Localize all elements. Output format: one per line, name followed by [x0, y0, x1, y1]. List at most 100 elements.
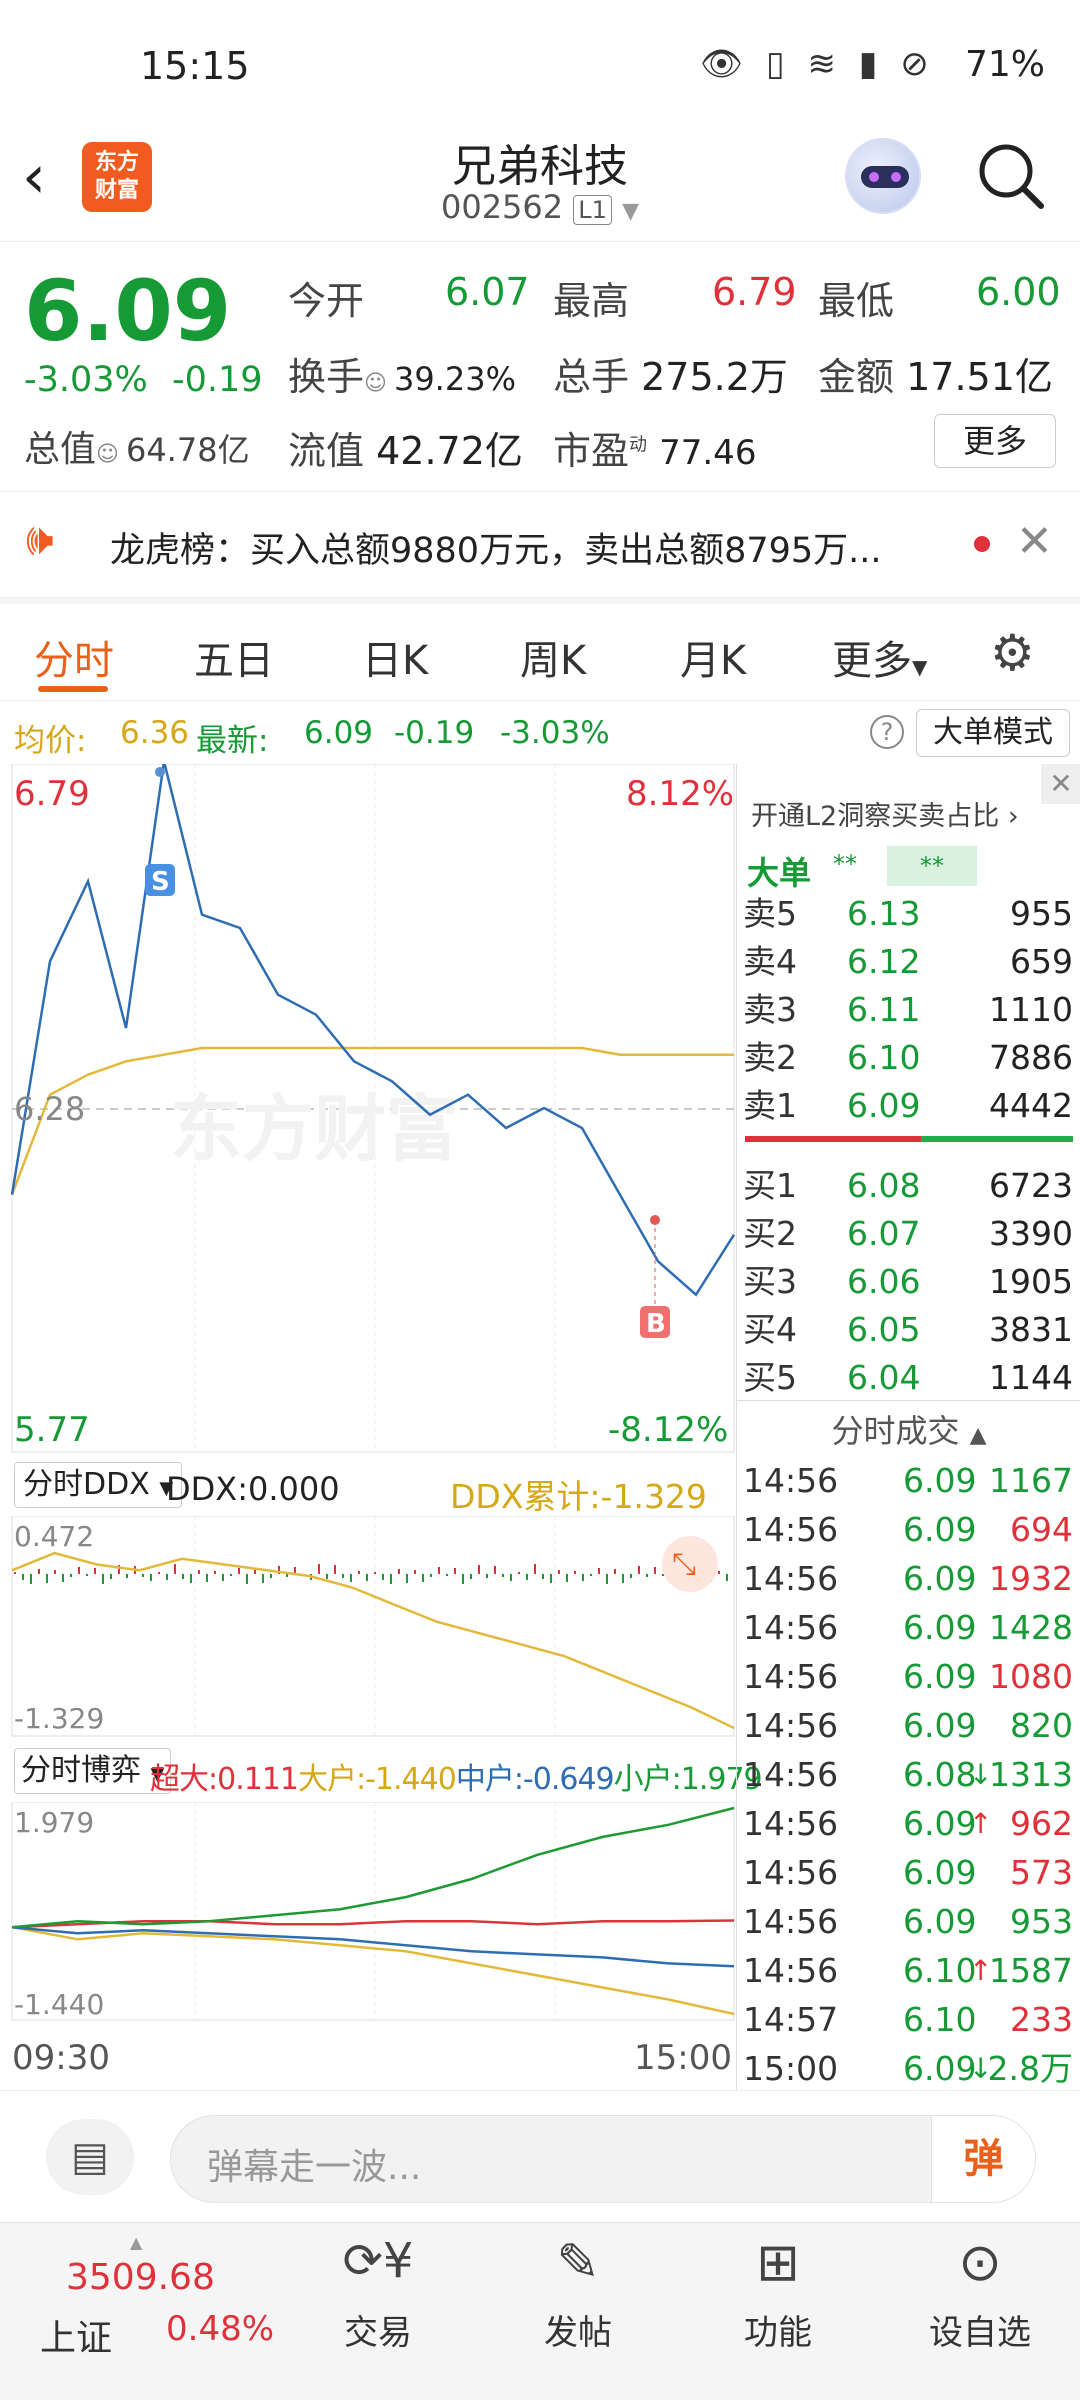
- ddx-bar: [422, 1574, 424, 1582]
- ask-row[interactable]: 卖3 6.11 1110: [737, 986, 1080, 1034]
- ddx-bar: [662, 1574, 664, 1576]
- game-top-label: 1.979: [14, 1806, 95, 1839]
- ask-row[interactable]: 卖1 6.09 4442: [737, 1082, 1080, 1130]
- ddx-bar: [438, 1567, 440, 1574]
- bid-volume: 1905: [989, 1262, 1073, 1301]
- big-order-mode-button[interactable]: 大单模式: [916, 709, 1070, 757]
- danmaku-button[interactable]: 弹: [931, 2116, 1035, 2202]
- ddx-bar: [622, 1574, 624, 1583]
- tick-row: 15:00 6.09 ↓ 2.8万: [743, 2049, 1073, 2088]
- x-start-label: 09:30: [12, 2038, 110, 2078]
- ddx-bar: [462, 1574, 464, 1584]
- tab-more[interactable]: 更多▼: [832, 628, 927, 686]
- amount: 金额 17.51亿: [818, 355, 1053, 399]
- x-end-label: 15:00: [634, 2038, 732, 2078]
- danmaku-settings-icon[interactable]: ▤: [46, 2119, 134, 2195]
- sell-ratio-bar: [745, 1136, 921, 1142]
- ddx-bar: [406, 1574, 408, 1583]
- gear-icon[interactable]: ⚙: [990, 624, 1035, 682]
- ddx-bar: [318, 1564, 320, 1574]
- bid-price: 6.04: [847, 1358, 921, 1397]
- bid-row[interactable]: 买4 6.05 3831: [737, 1306, 1080, 1354]
- ddx-bottom-label: -1.329: [14, 1702, 105, 1735]
- ddx-bar: [510, 1574, 512, 1581]
- game-selector[interactable]: 分时博弈 ▼: [14, 1748, 172, 1794]
- tab-daily-k[interactable]: 日K: [362, 628, 428, 686]
- notice-bar[interactable]: 🕪 龙虎榜：买入总额9880万元，卖出总额8795万... ✕: [0, 492, 1080, 598]
- svg-text:⤡: ⤡: [672, 1547, 696, 1582]
- close-icon[interactable]: ✕: [1016, 516, 1053, 567]
- ddx-bar: [414, 1570, 416, 1574]
- tab-5day[interactable]: 五日: [194, 628, 274, 686]
- bid-row[interactable]: 买5 6.04 1144: [737, 1354, 1080, 1402]
- index-ticker[interactable]: ▲ 3509.68 上证 0.48%: [0, 2223, 300, 2401]
- ask-row[interactable]: 卖4 6.12 659: [737, 938, 1080, 986]
- ask-label: 卖2: [743, 1038, 797, 1077]
- chart-tabs: 分时 五日 日K 周K 月K 更多▼ ⚙: [0, 604, 1080, 700]
- battery-level: 71%: [965, 44, 1046, 85]
- svg-text:B: B: [646, 1309, 666, 1339]
- large-line: [11, 1925, 735, 2016]
- order-book: 开通L2洞察买卖占比 › ✕ 大单 ** ** 卖5 6.13 955 卖4 6.12 6…: [736, 764, 1080, 2090]
- ddx-bar: [526, 1574, 528, 1580]
- close-promo-icon[interactable]: ✕: [1041, 764, 1080, 804]
- ddx-bar: [126, 1574, 128, 1578]
- ask-row[interactable]: 卖5 6.13 955: [737, 890, 1080, 938]
- tab-weekly-k[interactable]: 周K: [520, 628, 586, 686]
- robot-assistant-icon[interactable]: [845, 138, 921, 214]
- turnover[interactable]: 换手☺ 39.23%: [288, 346, 516, 401]
- more-button[interactable]: 更多: [934, 414, 1056, 468]
- ddx-bar: [358, 1571, 360, 1574]
- ddx-bar: [14, 1572, 16, 1574]
- ddx-bar: [62, 1574, 64, 1582]
- bid-label: 买3: [743, 1262, 797, 1301]
- ddx-bar: [630, 1574, 632, 1578]
- y-max-label: 6.79: [14, 774, 90, 814]
- intraday-chart-svg: 东方财富 S B: [10, 764, 736, 1453]
- speaker-icon: 🕪: [26, 514, 54, 565]
- ask-volume: 955: [1010, 894, 1073, 933]
- watermark: 东方财富: [170, 1087, 458, 1171]
- ddx-bar: [494, 1566, 496, 1574]
- ddx-bar: [534, 1564, 536, 1574]
- nav-trade[interactable]: ⟳¥ 交易: [318, 2233, 438, 2354]
- bid-row[interactable]: 买1 6.08 6723: [737, 1162, 1080, 1210]
- bid-price: 6.08: [847, 1166, 921, 1205]
- grid-icon: ⊞: [756, 2233, 800, 2293]
- ddx-bar: [22, 1574, 24, 1580]
- ddx-bar: [94, 1568, 96, 1574]
- ticks-title[interactable]: 分时成交 ▲: [737, 1406, 1080, 1452]
- nav-functions[interactable]: ⊞ 功能: [718, 2233, 838, 2354]
- ddx-panel: 分时DDX ▼ DDX:0.000 DDX累计:-1.329 ⤡ 0.472 -…: [0, 1456, 736, 1738]
- ddx-selector[interactable]: 分时DDX ▼: [14, 1462, 183, 1508]
- ddx-bar: [286, 1574, 288, 1577]
- nav-add-watchlist[interactable]: ⊙ 设自选: [910, 2233, 1050, 2354]
- index-value: 3509.68: [66, 2257, 215, 2298]
- help-icon[interactable]: ?: [870, 715, 904, 749]
- ddx-bar: [102, 1574, 104, 1584]
- bid-row[interactable]: 买3 6.06 1905: [737, 1258, 1080, 1306]
- ask-volume: 7886: [989, 1038, 1073, 1077]
- l2-promo[interactable]: 开通L2洞察买卖占比 ›: [751, 794, 1019, 833]
- ddx-bar: [718, 1571, 720, 1574]
- tab-intraday[interactable]: 分时: [34, 628, 114, 686]
- nav-post[interactable]: ✎ 发帖: [518, 2233, 638, 2354]
- total-cap[interactable]: 总值☺ 64.78亿: [24, 420, 250, 472]
- ddx-bar: [446, 1574, 448, 1576]
- index-name: 上证: [40, 2318, 113, 2359]
- ddx-bar: [166, 1574, 168, 1580]
- intraday-chart[interactable]: 东方财富 S B 6.79 8.12% 6.28 5.77 -8.12%: [0, 764, 736, 1454]
- ddx-bar: [238, 1568, 240, 1574]
- avg-price-bar: 均价: 6.36 最新: 6.09 -0.19 -3.03% ? 大单模式: [0, 700, 1080, 764]
- comment-input[interactable]: 弹幕走一波... 弹: [170, 2115, 1036, 2203]
- search-icon[interactable]: [975, 140, 1047, 212]
- bid-label: 买5: [743, 1358, 797, 1397]
- ask-row[interactable]: 卖2 6.10 7886: [737, 1034, 1080, 1082]
- tab-monthly-k[interactable]: 月K: [680, 628, 746, 686]
- ddx-bar: [70, 1574, 72, 1577]
- ddx-bar: [614, 1569, 616, 1574]
- ddx-bar: [726, 1574, 728, 1581]
- bid-row[interactable]: 买2 6.07 3390: [737, 1210, 1080, 1258]
- ddx-bar: [558, 1570, 560, 1574]
- stock-code[interactable]: 002562 L1 ▼: [0, 188, 1080, 226]
